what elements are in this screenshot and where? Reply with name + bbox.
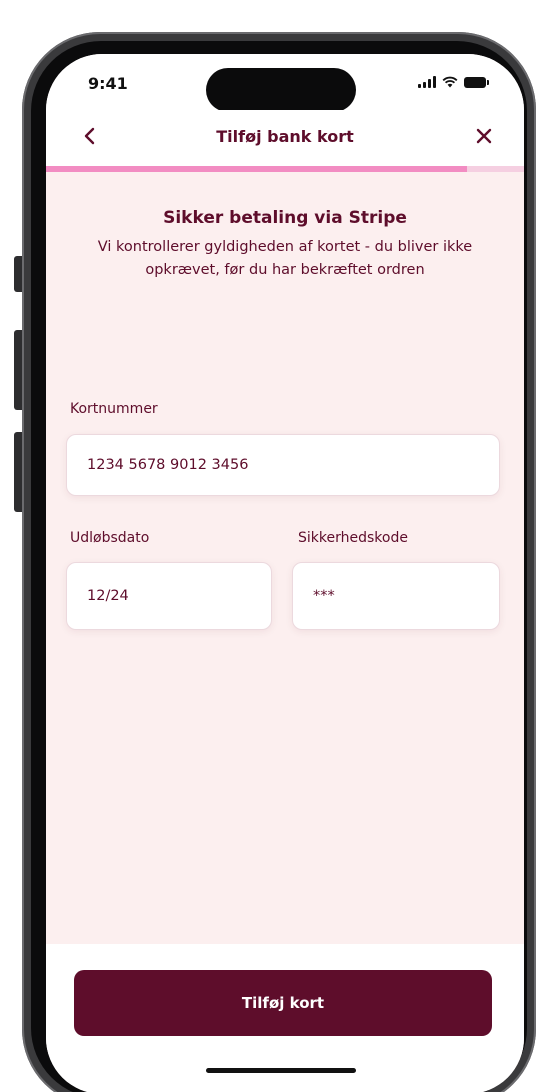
card-number-value: 1234 5678 9012 3456 [87,457,249,473]
status-time: 9:41 [88,74,128,93]
close-icon[interactable] [472,124,496,148]
nav-header: Tilføj bank kort [46,110,524,166]
mute-switch [14,256,22,292]
cvc-input[interactable]: *** [292,562,500,630]
status-icons [418,76,489,88]
screenshot-stage: 9:41 Tilføj bank kort Sikker betaling vi… [0,0,540,1092]
expiry-label: Udløbsdato [70,530,150,546]
home-indicator [206,1068,356,1073]
cvc-label: Sikkerhedskode [298,530,408,546]
signal-icon [418,76,436,88]
expiry-input[interactable]: 12/24 [66,562,272,630]
card-number-label: Kortnummer [70,401,158,417]
status-bar: 9:41 [46,54,524,112]
expiry-value: 12/24 [87,588,129,604]
payment-form: Sikker betaling via Stripe Vi kontroller… [46,172,524,282]
wifi-icon [442,76,458,88]
app-screen: 9:41 Tilføj bank kort Sikker betaling vi… [46,54,524,1092]
battery-icon [464,77,489,88]
bottom-action-bar: Tilføj kort [46,944,524,1092]
section-heading: Sikker betaling via Stripe [163,208,407,228]
card-number-input[interactable]: 1234 5678 9012 3456 [66,434,500,496]
cvc-value: *** [313,588,335,604]
volume-down-button [14,432,22,512]
volume-up-button [14,330,22,410]
section-description: Vi kontrollerer gyldigheden af kortet - … [97,239,473,278]
dynamic-island [206,68,356,112]
page-title: Tilføj bank kort [216,127,354,146]
add-card-button[interactable]: Tilføj kort [74,970,492,1036]
